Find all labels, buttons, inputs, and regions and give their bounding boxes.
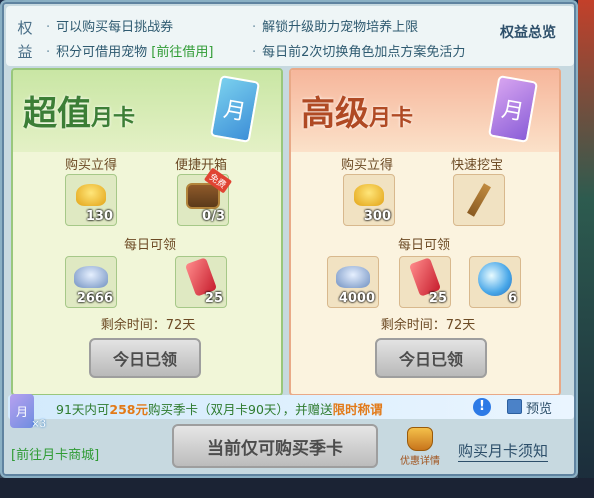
- card-title: 高级月卡: [301, 94, 414, 134]
- silver-ingot-icon: [336, 266, 370, 288]
- info-icon[interactable]: !: [473, 398, 491, 416]
- month-book-icon: 月: [209, 74, 261, 144]
- card-title: 超值月卡: [23, 94, 136, 134]
- discount-details-label: 优惠详情: [400, 456, 440, 467]
- discount-details-button[interactable]: 优惠详情: [400, 427, 440, 467]
- silver-ingot-icon: [74, 266, 108, 288]
- perk-item: · 积分可借用宠物 [前往借用]: [46, 45, 214, 60]
- rights-label: 权益: [17, 19, 33, 61]
- preview-label[interactable]: 预览: [526, 398, 552, 417]
- gold-ingot-item[interactable]: 300: [343, 174, 395, 226]
- quick-dig-label: 快速挖宝: [450, 158, 503, 173]
- monthly-card-panel: 权益 · 可以购买每日挑战券 · 解锁升级助力宠物培养上限 · 积分可借用宠物 [前往…: [0, 0, 578, 478]
- season-card-icon: 月 ×3: [10, 394, 46, 430]
- gold-ingot-icon: [354, 184, 384, 206]
- remaining-time: 剩余时间：72天: [380, 318, 476, 333]
- claimed-today-button[interactable]: 今日已领: [89, 338, 201, 378]
- remaining-time: 剩余时间：72天: [100, 318, 196, 333]
- value-monthly-card: 超值月卡 月 购买立得 便捷开箱 130 免费 0/3 每日可领 2666 25…: [11, 68, 283, 396]
- buy-season-card-button[interactable]: 当前仅可购买季卡: [172, 424, 378, 468]
- spirit-orb-item[interactable]: 6: [469, 256, 521, 308]
- daily-reward-label: 每日可领: [123, 238, 176, 253]
- shovel-item[interactable]: [453, 174, 505, 226]
- monthly-card-store-link[interactable]: [前往月卡商城]: [11, 444, 99, 463]
- gold-ingot-icon: [76, 184, 106, 206]
- perk-item: · 可以购买每日挑战券: [46, 20, 174, 35]
- treasure-chest-item[interactable]: 免费 0/3: [177, 167, 233, 226]
- quick-open-label: 便捷开箱: [174, 158, 227, 173]
- perk-item: · 每日前2次切换角色加点方案免活力: [252, 45, 466, 60]
- daily-reward-label: 每日可领: [397, 238, 450, 253]
- purchase-notice-link[interactable]: 购买月卡须知: [458, 440, 549, 462]
- season-card-promo-text: 91天内可258元购买季卡（双月卡90天），并赠送限时称谓: [56, 402, 383, 417]
- preview-checkbox[interactable]: [507, 399, 522, 414]
- ruby-item[interactable]: 25: [175, 256, 227, 308]
- card-header: 超值月卡 月: [13, 70, 281, 152]
- buy-reward-label: 购买立得: [64, 158, 117, 173]
- gold-ingot-item[interactable]: 130: [65, 174, 117, 226]
- premium-monthly-card: 高级月卡 月 购买立得 快速挖宝 300 每日可领 4000 25 6 剩余时间…: [289, 68, 561, 396]
- borrow-link[interactable]: [前往借用]: [151, 45, 213, 60]
- card-header: 高级月卡 月: [291, 70, 559, 152]
- silver-ingot-item[interactable]: 4000: [327, 256, 379, 308]
- rights-bar: 权益 · 可以购买每日挑战券 · 解锁升级助力宠物培养上限 · 积分可借用宠物 [前往…: [6, 6, 574, 66]
- month-book-icon: 月: [487, 74, 539, 144]
- gift-bag-icon: [407, 427, 433, 451]
- perk-item: · 解锁升级助力宠物培养上限: [252, 20, 419, 35]
- rights-overview-button[interactable]: 权益总览: [500, 22, 556, 42]
- claimed-today-button[interactable]: 今日已领: [375, 338, 487, 378]
- shovel-icon: [467, 183, 491, 217]
- buy-reward-label: 购买立得: [340, 158, 393, 173]
- ruby-item[interactable]: 25: [399, 256, 451, 308]
- silver-ingot-item[interactable]: 2666: [65, 256, 117, 308]
- spirit-orb-icon: [478, 262, 512, 296]
- scene-edge-decoration: [578, 0, 594, 498]
- scene-bottom-strip: [0, 478, 594, 498]
